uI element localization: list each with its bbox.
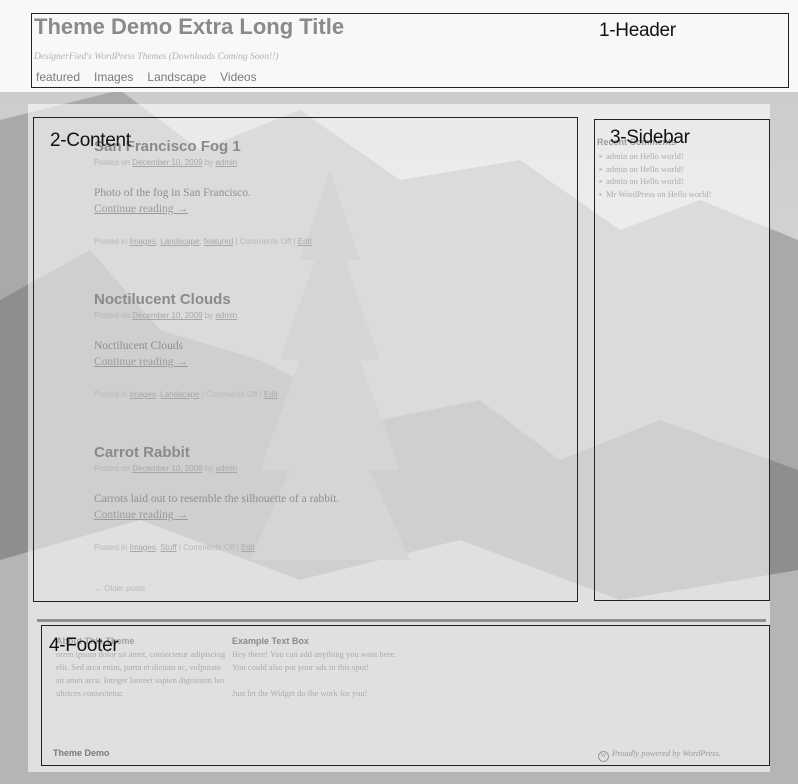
annotation-label-footer: 4-Footer xyxy=(49,635,119,656)
annotation-label-content: 2-Content xyxy=(50,130,131,151)
annotation-label-sidebar: 3-Sidebar xyxy=(610,127,690,148)
annotation-box-content xyxy=(33,117,578,602)
annotation-label-header: 1-Header xyxy=(599,20,676,41)
annotation-box-footer xyxy=(41,625,770,766)
annotation-box-sidebar xyxy=(594,119,770,601)
footer-divider xyxy=(37,619,766,622)
